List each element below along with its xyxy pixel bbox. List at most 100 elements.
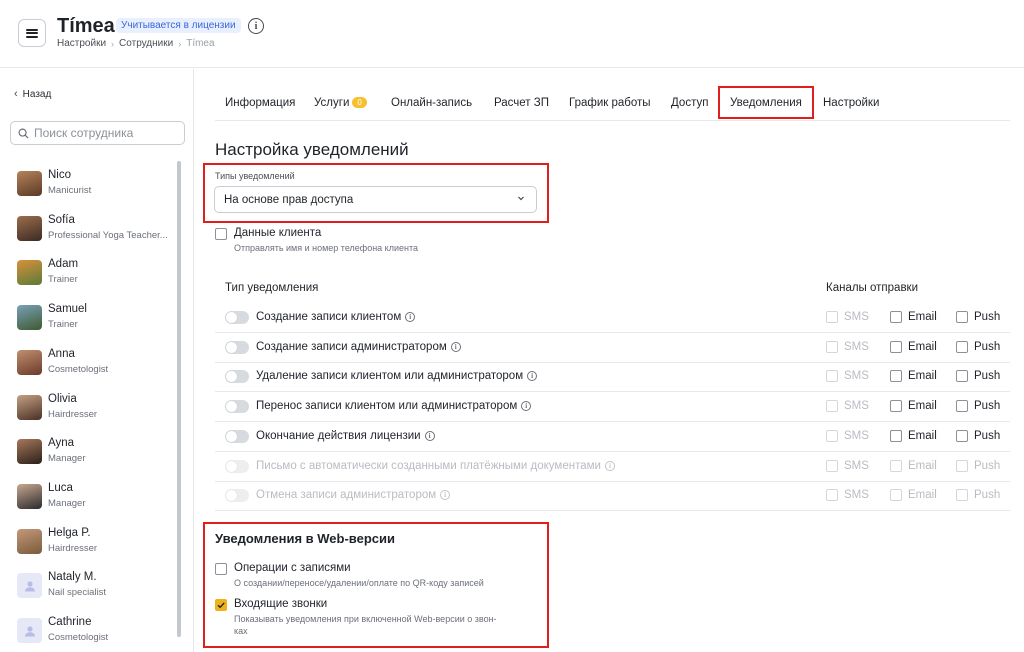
types-select[interactable]: На основе прав доступа	[214, 186, 537, 213]
staff-list-item[interactable]: Anna Cosmetologist	[17, 346, 177, 386]
checkbox-box	[826, 340, 838, 353]
notification-label: Удаление записи клиентом или администрат…	[256, 370, 538, 383]
search-input[interactable]	[34, 126, 174, 140]
notification-label-text: Удаление записи клиентом или администрат…	[256, 370, 524, 383]
tab-settings[interactable]: Настройки	[823, 97, 879, 109]
breadcrumb-staff[interactable]: Сотрудники	[119, 38, 173, 49]
channel-email-checkbox[interactable]: Email	[890, 400, 937, 413]
staff-list-item[interactable]: Nataly M. Nail specialist	[17, 569, 177, 609]
channel-label: SMS	[844, 311, 869, 323]
channel-email-checkbox[interactable]: Email	[890, 340, 937, 353]
notification-toggle[interactable]	[225, 429, 249, 443]
staff-list-item[interactable]: Adam Trainer	[17, 256, 177, 296]
tab-online-booking[interactable]: Онлайн-запись	[391, 97, 472, 109]
notification-toggle[interactable]	[225, 340, 249, 354]
notification-toggle[interactable]	[225, 311, 249, 324]
staff-list-item[interactable]: Helga P. Hairdresser	[17, 525, 177, 565]
checkbox-box	[956, 400, 968, 413]
channel-label: SMS	[844, 340, 869, 353]
avatar	[17, 349, 42, 375]
breadcrumb-settings[interactable]: Настройки	[57, 38, 106, 49]
info-icon[interactable]: i	[604, 460, 615, 471]
info-icon[interactable]: i	[405, 312, 416, 322]
info-icon[interactable]: i	[440, 490, 451, 501]
staff-list-item[interactable]: Samuel Trainer	[17, 301, 177, 341]
web-calls-checkbox[interactable]	[215, 599, 227, 611]
channel-label: Push	[974, 340, 1001, 353]
back-link[interactable]: ‹ Назад	[14, 88, 51, 100]
checkbox-box	[890, 311, 902, 323]
staff-sidebar: ‹ Назад Nico Manicurist Sofía Professional …	[0, 69, 194, 652]
tab-payroll[interactable]: Расчет ЗП	[494, 97, 549, 109]
staff-list-item[interactable]: Sofía Professional Yoga Teacher...	[17, 212, 177, 252]
channel-label: SMS	[844, 489, 869, 502]
info-icon[interactable]: i	[450, 341, 461, 352]
notification-row: Письмо с автоматически созданными платёж…	[215, 452, 1010, 482]
info-icon[interactable]: i	[527, 371, 538, 382]
channel-push-checkbox[interactable]: Push	[956, 370, 1000, 383]
notification-toggle[interactable]	[225, 400, 249, 414]
avatar	[17, 260, 42, 286]
staff-name: Ayna	[48, 437, 75, 450]
avatar	[17, 483, 42, 509]
channel-email-checkbox[interactable]: Email	[890, 370, 937, 383]
checkbox-box	[956, 340, 968, 353]
checkbox-box	[826, 400, 838, 413]
client-data-label: Данные клиента	[234, 227, 322, 239]
notification-label-text: Создание записи клиентом	[256, 311, 402, 323]
section-title: Настройка уведомлений	[215, 140, 409, 159]
checkbox-box	[890, 400, 902, 413]
staff-role: Manager	[48, 453, 86, 465]
chevron-left-icon: ‹	[14, 88, 18, 100]
hamburger-icon	[26, 28, 38, 38]
staff-role: Nail specialist	[48, 587, 107, 599]
channel-label: SMS	[844, 400, 869, 413]
info-icon[interactable]: i	[424, 430, 435, 441]
info-icon[interactable]: i	[521, 401, 532, 412]
staff-list-item[interactable]: Cathrine Cosmetologist	[17, 614, 177, 652]
web-operations-checkbox[interactable]	[215, 563, 227, 575]
notification-label: Перенос записи клиентом или администрато…	[256, 400, 532, 412]
staff-name: Adam	[48, 258, 79, 271]
page-title: Tímea	[57, 15, 115, 37]
channel-label: Push	[974, 489, 1001, 502]
notification-label: Отмена записи администратором i	[256, 489, 451, 501]
checkbox-box	[956, 370, 968, 383]
checkbox-box	[826, 489, 838, 502]
tab-info[interactable]: Информация	[225, 97, 295, 109]
search-icon	[18, 128, 29, 139]
channel-label: SMS	[844, 459, 869, 472]
staff-list-item[interactable]: Ayna Manager	[17, 435, 177, 475]
channel-push-checkbox[interactable]: Push	[956, 400, 1000, 413]
staff-list-item[interactable]: Luca Manager	[17, 480, 177, 520]
notification-label: Письмо с автоматически созданными платёж…	[256, 460, 615, 472]
sidebar-scrollbar[interactable]	[177, 161, 181, 637]
tab-access[interactable]: Доступ	[671, 97, 708, 109]
info-icon[interactable]: i	[248, 18, 264, 34]
channel-push-checkbox: Push	[956, 489, 1001, 502]
channel-email-checkbox[interactable]: Email	[890, 311, 937, 323]
channel-label: Email	[908, 489, 937, 502]
staff-list-item[interactable]: Nico Manicurist	[17, 167, 177, 207]
checkbox-box	[956, 311, 968, 323]
checkbox-box	[956, 459, 968, 472]
channel-push-checkbox[interactable]: Push	[956, 429, 1000, 442]
channel-label: Email	[908, 459, 937, 472]
avatar	[17, 439, 42, 465]
client-data-checkbox[interactable]	[215, 228, 227, 240]
avatar	[17, 528, 42, 554]
channel-email-checkbox[interactable]: Email	[890, 429, 937, 442]
menu-button[interactable]	[18, 19, 46, 47]
channel-push-checkbox[interactable]: Push	[956, 340, 1001, 353]
staff-list-item[interactable]: Olivia Hairdresser	[17, 391, 177, 431]
checkbox-box	[890, 459, 902, 472]
channel-label: Email	[908, 311, 937, 323]
web-operations-desc: О создании/переносе/удалении/оплате по Q…	[234, 578, 484, 588]
staff-name: Nataly M.	[48, 571, 97, 584]
channel-push-checkbox[interactable]: Push	[956, 311, 1000, 323]
tab-services[interactable]: Услуги 0	[314, 97, 367, 109]
notification-row: Удаление записи клиентом или администрат…	[215, 362, 1010, 393]
user-icon	[17, 618, 42, 643]
tab-schedule[interactable]: График работы	[569, 97, 651, 109]
notification-toggle[interactable]	[225, 370, 249, 384]
